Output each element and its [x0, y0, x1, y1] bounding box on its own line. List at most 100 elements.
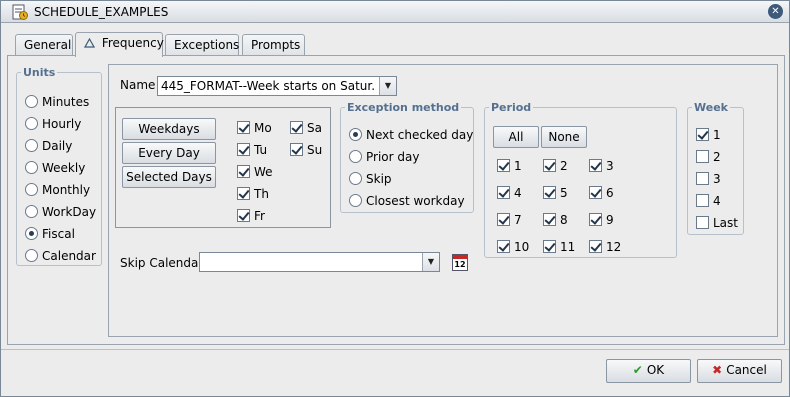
day-th-checkbox[interactable]: Th: [237, 187, 269, 203]
checkbox-icon: [543, 213, 556, 226]
period-4-checkbox[interactable]: 4: [497, 186, 522, 202]
week-1-checkbox[interactable]: 1: [696, 128, 721, 144]
chevron-down-icon[interactable]: ▼: [422, 253, 439, 271]
checkbox-icon: [696, 128, 709, 141]
checkbox-icon: [589, 240, 602, 253]
divider: [1, 349, 789, 350]
period-5-checkbox[interactable]: 5: [543, 186, 568, 202]
checkbox-icon: [497, 159, 510, 172]
chevron-down-icon[interactable]: ▼: [379, 77, 396, 95]
checkbox-label: 4: [713, 194, 721, 208]
checkbox-label: Su: [307, 143, 323, 157]
checkbox-label: 3: [606, 159, 614, 173]
tab-general[interactable]: General: [15, 34, 73, 56]
checkbox-icon: [543, 186, 556, 199]
name-select[interactable]: 445_FORMAT--Week starts on Satur... ▼: [157, 76, 397, 96]
day-tu-checkbox[interactable]: Tu: [237, 143, 267, 159]
checkbox-icon: [237, 187, 250, 200]
radio-icon: [25, 183, 38, 196]
period-9-checkbox[interactable]: 9: [589, 213, 614, 229]
checkbox-label: 9: [606, 213, 614, 227]
tab-prompts[interactable]: Prompts: [242, 34, 305, 56]
period-2-checkbox[interactable]: 2: [543, 159, 568, 175]
exception-prior-day-radio[interactable]: Prior day: [349, 150, 419, 168]
radio-label: Closest workday: [366, 194, 465, 208]
radio-icon: [25, 161, 38, 174]
tab-frequency[interactable]: Frequency: [75, 32, 164, 57]
checkbox-label: 3: [713, 172, 721, 186]
dialog-window: SCHEDULE_EXAMPLES ✕ General Frequency Ex…: [0, 0, 790, 397]
week-4-checkbox[interactable]: 4: [696, 194, 721, 210]
window-title: SCHEDULE_EXAMPLES: [34, 5, 169, 19]
close-icon[interactable]: ✕: [768, 4, 783, 19]
period-11-checkbox[interactable]: 11: [543, 240, 575, 256]
checkbox-label: Last: [713, 216, 738, 230]
unit-weekly-radio[interactable]: Weekly: [25, 161, 85, 179]
unit-fiscal-radio[interactable]: Fiscal: [25, 227, 75, 245]
unit-daily-radio[interactable]: Daily: [25, 139, 72, 157]
checkbox-icon: [237, 209, 250, 222]
period-6-checkbox[interactable]: 6: [589, 186, 614, 202]
period-3-checkbox[interactable]: 3: [589, 159, 614, 175]
exception-skip-radio[interactable]: Skip: [349, 172, 392, 190]
frequency-panel: Units Minutes Hourly Daily Weekly Monthl…: [7, 55, 785, 345]
radio-label: Fiscal: [42, 227, 75, 241]
period-8-checkbox[interactable]: 8: [543, 213, 568, 229]
unit-monthly-radio[interactable]: Monthly: [25, 183, 90, 201]
radio-label: Prior day: [366, 150, 420, 164]
checkbox-label: 5: [560, 186, 568, 200]
period-10-checkbox[interactable]: 10: [497, 240, 529, 256]
week-2-checkbox[interactable]: 2: [696, 150, 721, 166]
title-bar: SCHEDULE_EXAMPLES ✕: [1, 1, 789, 23]
calendar-icon[interactable]: 12: [452, 254, 468, 271]
checkbox-icon: [543, 159, 556, 172]
period-1-checkbox[interactable]: 1: [497, 159, 522, 175]
ok-button[interactable]: ✔ OK: [606, 359, 691, 383]
checkbox-label: Fr: [254, 209, 265, 223]
checkbox-icon: [696, 216, 709, 229]
tab-label: Prompts: [251, 38, 301, 52]
checkbox-label: 2: [713, 150, 721, 164]
period-all-button[interactable]: All: [493, 126, 539, 148]
tab-exceptions[interactable]: Exceptions: [165, 34, 239, 56]
unit-minutes-radio[interactable]: Minutes: [25, 95, 89, 113]
unit-workday-radio[interactable]: WorkDay: [25, 205, 96, 223]
ok-label: OK: [646, 363, 665, 377]
day-sa-checkbox[interactable]: Sa: [290, 121, 322, 137]
checkbox-label: 11: [560, 240, 576, 254]
checkbox-icon: [237, 121, 250, 134]
checkbox-label: 12: [606, 240, 622, 254]
checkbox-label: 1: [514, 159, 522, 173]
every-day-button[interactable]: Every Day: [122, 142, 216, 164]
day-su-checkbox[interactable]: Su: [290, 143, 322, 159]
checkbox-label: Tu: [254, 143, 268, 157]
skip-calendar-select[interactable]: ▼: [199, 252, 440, 272]
checkbox-label: 6: [606, 186, 614, 200]
checkbox-icon: [589, 186, 602, 199]
checkbox-icon: [696, 194, 709, 207]
day-we-checkbox[interactable]: We: [237, 165, 273, 181]
period-legend: Period: [491, 101, 532, 114]
checkbox-label: 10: [514, 240, 530, 254]
period-7-checkbox[interactable]: 7: [497, 213, 522, 229]
week-3-checkbox[interactable]: 3: [696, 172, 721, 188]
cancel-label: Cancel: [726, 363, 767, 377]
radio-icon: [349, 150, 362, 163]
checkbox-label: 4: [514, 186, 522, 200]
unit-calendar-radio[interactable]: Calendar: [25, 249, 96, 267]
period-none-button[interactable]: None: [541, 126, 587, 148]
day-mo-checkbox[interactable]: Mo: [237, 121, 272, 137]
calendar-icon-number: 12: [454, 260, 466, 269]
day-fr-checkbox[interactable]: Fr: [237, 209, 265, 225]
cancel-button[interactable]: ✖ Cancel: [697, 359, 782, 383]
week-last-checkbox[interactable]: Last: [696, 216, 738, 232]
checkbox-icon: [290, 143, 303, 156]
period-12-checkbox[interactable]: 12: [589, 240, 621, 256]
week-group: Week 1 2 3 4 Last: [687, 101, 744, 235]
x-icon: ✖: [712, 363, 723, 377]
selected-days-button[interactable]: Selected Days: [122, 166, 216, 188]
weekdays-button[interactable]: Weekdays: [122, 118, 216, 140]
exception-next-checked-day-radio[interactable]: Next checked day: [349, 128, 473, 146]
unit-hourly-radio[interactable]: Hourly: [25, 117, 81, 135]
exception-closest-workday-radio[interactable]: Closest workday: [349, 194, 465, 212]
